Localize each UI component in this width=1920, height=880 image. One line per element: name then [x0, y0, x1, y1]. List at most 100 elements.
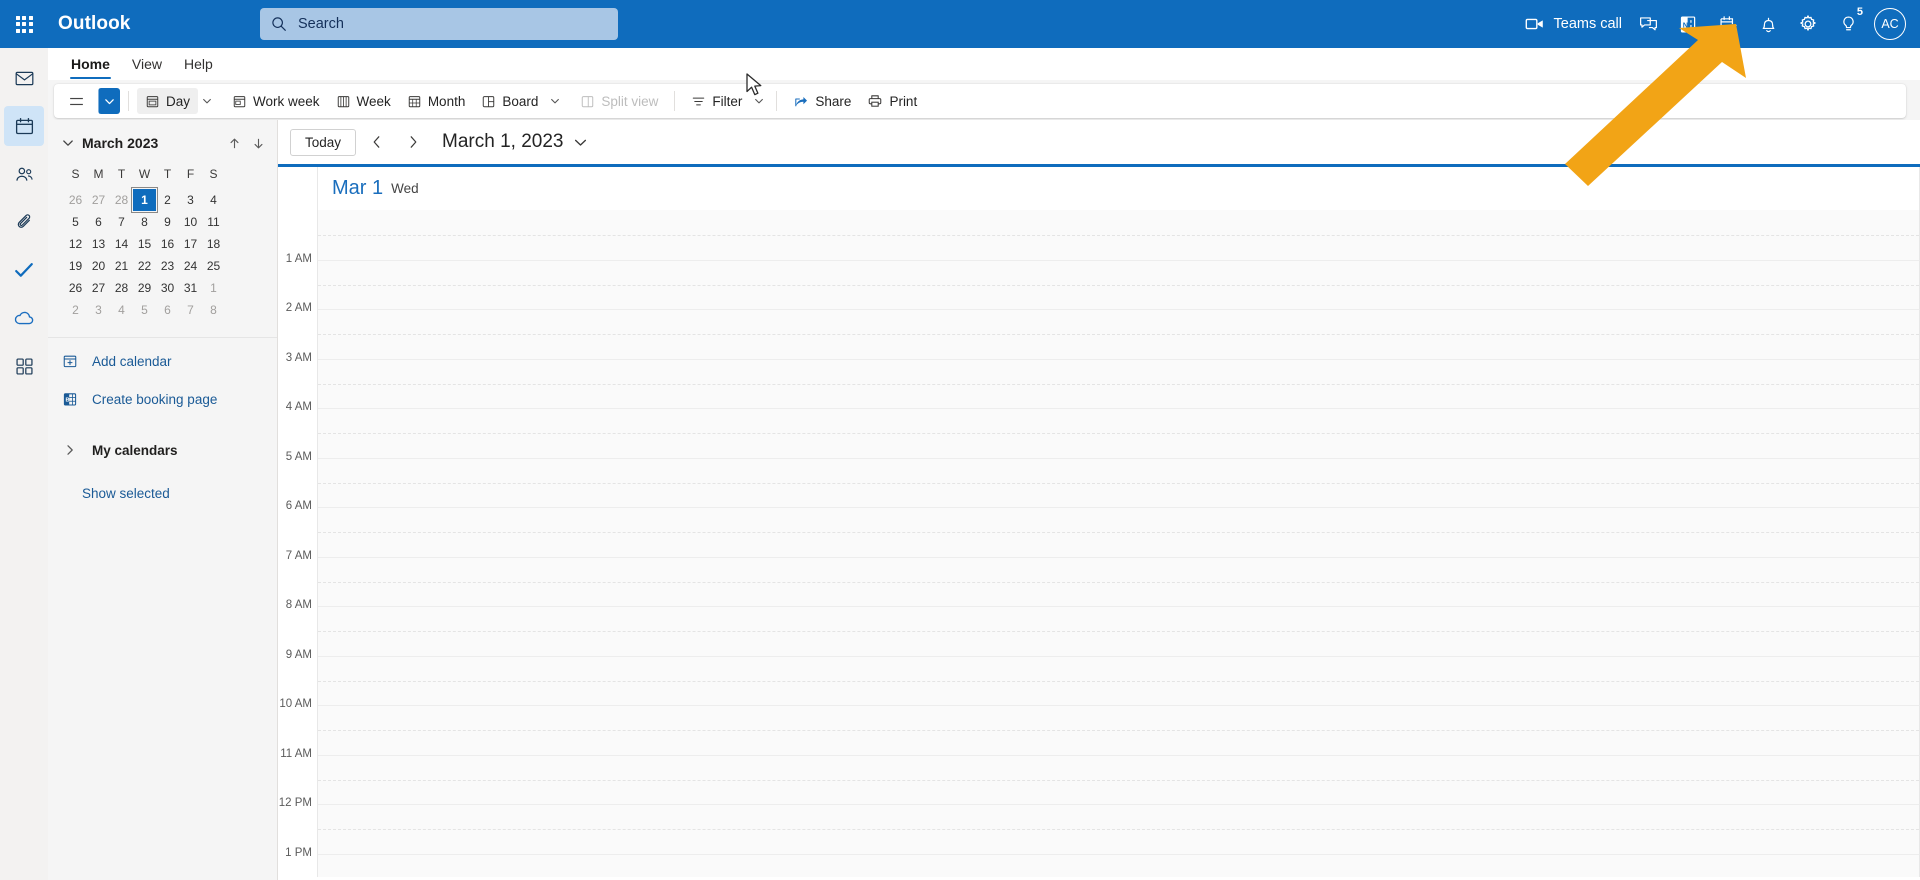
mini-calendar-day[interactable]: 3 — [87, 299, 110, 321]
rail-item-apps[interactable] — [4, 346, 44, 386]
mini-calendar-day[interactable]: 8 — [133, 211, 156, 233]
mini-calendar-day[interactable]: 3 — [179, 189, 202, 211]
mini-calendar-day[interactable]: 21 — [110, 255, 133, 277]
share-button[interactable]: Share — [785, 88, 859, 114]
date-picker-button[interactable]: March 1, 2023 — [442, 131, 586, 153]
mini-calendar-day[interactable]: 28 — [110, 277, 133, 299]
tips-button[interactable]: 5 — [1828, 0, 1868, 48]
notifications-button[interactable] — [1748, 0, 1788, 48]
mini-calendar-day[interactable]: 4 — [202, 189, 225, 211]
mini-calendar-day[interactable]: 22 — [133, 255, 156, 277]
app-brand-outlook[interactable]: Outlook — [58, 13, 130, 35]
mini-calendar-day[interactable]: 29 — [133, 277, 156, 299]
new-event-dropdown[interactable] — [98, 88, 120, 114]
settings-button[interactable] — [1788, 0, 1828, 48]
new-event-button[interactable]: New event — [98, 88, 1920, 230]
filter-dropdown[interactable] — [750, 88, 768, 114]
mini-calendar-day[interactable]: 11 — [202, 211, 225, 233]
avatar[interactable]: AC — [1874, 8, 1906, 40]
mini-calendar-day[interactable]: 30 — [156, 277, 179, 299]
rail-item-mail[interactable] — [4, 58, 44, 98]
my-calendars-group[interactable]: My calendars — [48, 434, 278, 466]
mini-calendar-day[interactable]: 14 — [110, 233, 133, 255]
next-day-button[interactable] — [398, 128, 428, 156]
rail-item-onedrive[interactable] — [4, 298, 44, 338]
mini-calendar-day[interactable]: 27 — [87, 277, 110, 299]
calendar-hour-slot[interactable] — [318, 358, 1920, 408]
calendar-hour-slot[interactable] — [318, 210, 1920, 260]
view-button-board[interactable]: Board — [473, 88, 546, 114]
mini-calendar-day[interactable]: 12 — [64, 233, 87, 255]
create-booking-page-button[interactable]: B Create booking page — [48, 384, 278, 414]
filter-button[interactable]: Filter — [683, 88, 750, 114]
calendar-hour-slot[interactable] — [318, 457, 1920, 507]
calendar-hour-slot[interactable] — [318, 705, 1920, 755]
mini-calendar-day[interactable]: 1 — [131, 187, 158, 213]
calendar-hour-slot[interactable] — [318, 853, 1920, 877]
app-launcher-icon[interactable] — [0, 0, 48, 48]
calendar-hour-slot[interactable] — [318, 804, 1920, 854]
show-selected-link[interactable]: Show selected — [82, 486, 170, 501]
today-button[interactable]: Today — [290, 128, 357, 156]
chat-button[interactable] — [1628, 0, 1668, 48]
mini-calendar-collapse-button[interactable] — [56, 137, 80, 149]
mini-calendar-day[interactable]: 19 — [64, 255, 87, 277]
rail-item-people[interactable] — [4, 154, 44, 194]
mini-calendar-day[interactable]: 9 — [156, 211, 179, 233]
mini-calendar-day[interactable]: 25 — [202, 255, 225, 277]
day-column-header[interactable]: Mar 1 Wed — [318, 167, 1920, 210]
search-input[interactable]: Search — [260, 8, 618, 40]
mini-calendar-day[interactable]: 2 — [156, 189, 179, 211]
to-do-button[interactable] — [1708, 0, 1748, 48]
mini-calendar-next-button[interactable] — [246, 137, 270, 150]
mini-calendar-day[interactable]: 5 — [133, 299, 156, 321]
calendar-hour-slot[interactable] — [318, 606, 1920, 656]
view-board-dropdown[interactable] — [546, 88, 564, 114]
mini-calendar-day[interactable]: 6 — [87, 211, 110, 233]
calendar-hour-slot[interactable] — [318, 507, 1920, 557]
add-calendar-button[interactable]: Add calendar — [48, 346, 278, 376]
calendar-hour-grid[interactable]: 1 AM 2 AM 3 AM 4 AM 5 AM 6 AM 7 AM 8 AM 9 AM 10 A… — [278, 210, 1920, 877]
tab-home[interactable]: Home — [60, 48, 121, 79]
previous-day-button[interactable] — [362, 128, 392, 156]
calendar-hour-slot[interactable] — [318, 556, 1920, 606]
mini-calendar-day[interactable]: 4 — [110, 299, 133, 321]
mini-calendar-day[interactable]: 8 — [202, 299, 225, 321]
mini-calendar-day[interactable]: 20 — [87, 255, 110, 277]
mini-calendar-day[interactable]: 2 — [64, 299, 87, 321]
mini-calendar-day[interactable]: 26 — [64, 189, 87, 211]
mini-calendar-prev-button[interactable] — [222, 137, 246, 150]
hamburger-menu-button[interactable] — [60, 87, 92, 115]
mini-calendar-day[interactable]: 23 — [156, 255, 179, 277]
mini-calendar-title[interactable]: March 2023 — [82, 135, 222, 151]
teams-call-button[interactable]: Teams call — [1520, 0, 1629, 48]
mini-calendar-day[interactable]: 13 — [87, 233, 110, 255]
view-day-dropdown[interactable] — [198, 88, 217, 114]
view-button-day[interactable]: Day — [137, 88, 199, 114]
mini-calendar-day[interactable]: 18 — [202, 233, 225, 255]
mini-calendar-day[interactable]: 31 — [179, 277, 202, 299]
view-button-month[interactable]: Month — [399, 88, 474, 114]
mini-calendar-day[interactable]: 27 — [87, 189, 110, 211]
mini-calendar-day[interactable]: 1 — [202, 277, 225, 299]
mini-calendar-day[interactable]: 16 — [156, 233, 179, 255]
mini-calendar-day[interactable]: 24 — [179, 255, 202, 277]
tab-help[interactable]: Help — [173, 48, 224, 79]
view-button-week[interactable]: Week — [328, 88, 399, 114]
tab-view[interactable]: View — [121, 48, 173, 79]
calendar-hour-slot[interactable] — [318, 754, 1920, 804]
mini-calendar-day[interactable]: 7 — [179, 299, 202, 321]
calendar-hour-slot[interactable] — [318, 655, 1920, 705]
calendar-hour-slot[interactable] — [318, 309, 1920, 359]
rail-item-to-do[interactable] — [4, 250, 44, 290]
mini-calendar-day[interactable]: 15 — [133, 233, 156, 255]
mini-calendar-day[interactable]: 6 — [156, 299, 179, 321]
mini-calendar-day[interactable]: 5 — [64, 211, 87, 233]
onenote-button[interactable]: N — [1668, 0, 1708, 48]
rail-item-files[interactable] — [4, 202, 44, 242]
mini-calendar-day[interactable]: 17 — [179, 233, 202, 255]
view-button-work-week[interactable]: Work week — [224, 88, 328, 114]
mini-calendar-day[interactable]: 10 — [179, 211, 202, 233]
mini-calendar-day[interactable]: 28 — [110, 189, 133, 211]
mini-calendar-day[interactable]: 26 — [64, 277, 87, 299]
